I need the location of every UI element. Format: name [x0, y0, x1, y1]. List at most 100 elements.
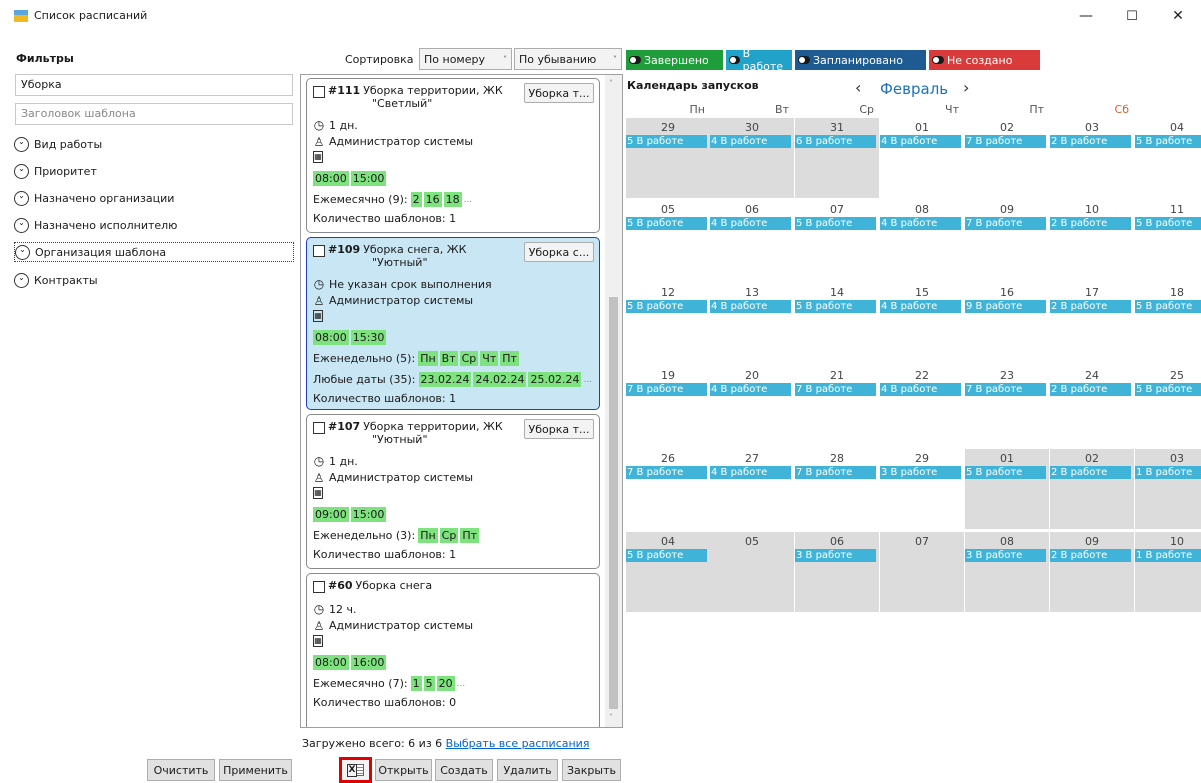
status-badge[interactable]: 5 В работе — [1135, 217, 1201, 230]
status-badge[interactable]: 3 В работе — [795, 549, 876, 562]
status-badge[interactable]: 7 В работе — [965, 383, 1046, 396]
prev-month-icon[interactable]: ‹ — [855, 78, 861, 97]
status-badge[interactable]: 5 В работе — [1135, 383, 1201, 396]
status-badge[interactable]: 7 В работе — [795, 383, 876, 396]
calendar-day[interactable]: 16 9 В работе — [965, 283, 1049, 363]
create-button[interactable]: Создать — [435, 759, 493, 781]
calendar-day[interactable]: 29 5 В работе — [626, 118, 710, 198]
calendar-day[interactable]: 22 4 В работе — [880, 366, 964, 446]
status-badge[interactable]: 1 В работе — [1135, 466, 1201, 479]
calendar-day[interactable]: 11 5 В работе — [1135, 200, 1201, 280]
status-badge[interactable]: 5 В работе — [626, 549, 707, 562]
calendar-day[interactable]: 04 5 В работе — [1135, 118, 1201, 198]
schedule-card[interactable]: #109 Уборка снега, ЖК "Уютный" Уборка с... ◷… — [306, 237, 600, 410]
calendar-day[interactable]: 07 5 В работе — [795, 200, 879, 280]
calendar-day[interactable]: 06 3 В работе — [795, 532, 879, 612]
calendar-day[interactable]: 19 7 В работе — [626, 366, 710, 446]
status-badge[interactable]: 5 В работе — [795, 217, 876, 230]
open-button[interactable]: Открыть — [375, 759, 432, 781]
filter-item[interactable]: ⌄ Контракты — [14, 270, 98, 290]
calendar-day[interactable]: 31 6 В работе — [795, 118, 879, 198]
calendar-day[interactable]: 03 1 В работе — [1135, 449, 1201, 529]
status-badge[interactable]: 2 В работе — [1050, 549, 1131, 562]
calendar-day[interactable]: 02 7 В работе — [965, 118, 1049, 198]
clear-button[interactable]: Очистить — [147, 759, 215, 781]
select-all-link[interactable]: Выбрать все расписания — [446, 737, 590, 750]
filter-item[interactable]: ⌄ Приоритет — [14, 161, 97, 181]
calendar-day[interactable]: 30 4 В работе — [710, 118, 794, 198]
close-window-button[interactable]: ✕ — [1155, 0, 1201, 32]
card-checkbox[interactable] — [313, 422, 325, 434]
apply-button[interactable]: Применить — [219, 759, 292, 781]
calendar-day[interactable]: 02 2 В работе — [1050, 449, 1134, 529]
card-type-button[interactable]: Уборка т... — [524, 83, 594, 103]
calendar-day[interactable]: 26 7 В работе — [626, 449, 710, 529]
schedule-card[interactable]: #107 Уборка территории, ЖК "Уютный" Уборка … — [306, 414, 600, 569]
calendar-day[interactable]: 10 1 В работе — [1135, 532, 1201, 612]
status-badge[interactable]: 4 В работе — [880, 383, 961, 396]
calendar-day[interactable]: 20 4 В работе — [710, 366, 794, 446]
export-excel-button[interactable]: X — [339, 757, 372, 783]
schedule-list[interactable]: #111 Уборка территории, ЖК "Светлый" Уборка… — [300, 74, 623, 728]
calendar-day[interactable]: 08 4 В работе — [880, 200, 964, 280]
calendar-day[interactable]: 29 3 В работе — [880, 449, 964, 529]
calendar-day[interactable]: 25 5 В работе — [1135, 366, 1201, 446]
card-checkbox[interactable] — [313, 245, 325, 257]
status-badge[interactable]: 4 В работе — [710, 135, 791, 148]
status-badge[interactable]: 3 В работе — [965, 549, 1046, 562]
schedule-card[interactable]: #111 Уборка территории, ЖК "Светлый" Уборка… — [306, 78, 600, 233]
status-badge[interactable]: 3 В работе — [880, 466, 961, 479]
calendar-day[interactable]: 10 2 В работе — [1050, 200, 1134, 280]
filter-item[interactable]: ⌄ Назначено организации — [14, 188, 174, 208]
calendar-day[interactable]: 07 — [880, 532, 964, 612]
calendar-day[interactable]: 13 4 В работе — [710, 283, 794, 363]
search-input[interactable]: Уборка — [15, 74, 293, 96]
calendar-day[interactable]: 08 3 В работе — [965, 532, 1049, 612]
list-scrollbar[interactable]: ˄ ˅ — [605, 75, 622, 727]
status-badge[interactable]: 2 В работе — [1050, 300, 1131, 313]
calendar-day[interactable]: 03 2 В работе — [1050, 118, 1134, 198]
scroll-thumb[interactable] — [609, 297, 618, 709]
status-badge[interactable]: 4 В работе — [710, 217, 791, 230]
close-button[interactable]: Закрыть — [562, 759, 621, 781]
card-checkbox[interactable] — [313, 86, 325, 98]
status-badge[interactable]: 4 В работе — [880, 300, 961, 313]
calendar-day[interactable]: 01 4 В работе — [880, 118, 964, 198]
sort-by-select[interactable]: По номеру ˅ — [419, 48, 512, 70]
status-badge[interactable]: 6 В работе — [795, 135, 876, 148]
schedule-card[interactable]: #60 Уборка снега ◷ 12 ч. ♙ Администратор сист… — [306, 573, 600, 727]
calendar-day[interactable]: 05 — [710, 532, 794, 612]
filter-item[interactable]: ⌄ Назначено исполнителю — [14, 215, 177, 235]
status-badge[interactable]: 7 В работе — [965, 217, 1046, 230]
status-badge[interactable]: 5 В работе — [626, 135, 707, 148]
calendar-day[interactable]: 17 2 В работе — [1050, 283, 1134, 363]
status-badge[interactable]: 4 В работе — [710, 466, 791, 479]
status-badge[interactable]: 5 В работе — [1135, 300, 1201, 313]
calendar-day[interactable]: 04 5 В работе — [626, 532, 710, 612]
scroll-up-icon[interactable]: ˄ — [609, 79, 613, 88]
sort-order-select[interactable]: По убыванию ˅ — [514, 48, 622, 70]
calendar-day[interactable]: 27 4 В работе — [710, 449, 794, 529]
status-badge[interactable]: 2 В работе — [1050, 383, 1131, 396]
status-badge[interactable]: 5 В работе — [965, 466, 1046, 479]
status-badge[interactable]: 2 В работе — [1050, 466, 1131, 479]
status-badge[interactable]: 1 В работе — [1135, 549, 1201, 562]
delete-button[interactable]: Удалить — [497, 759, 558, 781]
calendar-day[interactable]: 24 2 В работе — [1050, 366, 1134, 446]
filter-item[interactable]: ⌄ Организация шаблона — [14, 242, 294, 262]
status-badge[interactable]: 5 В работе — [626, 300, 707, 313]
calendar-day[interactable]: 05 5 В работе — [626, 200, 710, 280]
template-title-input[interactable]: Заголовок шаблона — [15, 103, 293, 125]
status-badge[interactable]: 4 В работе — [710, 383, 791, 396]
card-type-button[interactable]: Уборка с... — [524, 242, 594, 262]
status-badge[interactable]: 2 В работе — [1050, 135, 1131, 148]
status-badge[interactable]: 5 В работе — [795, 300, 876, 313]
calendar-day[interactable]: 14 5 В работе — [795, 283, 879, 363]
calendar-day[interactable]: 18 5 В работе — [1135, 283, 1201, 363]
calendar-day[interactable]: 09 7 В работе — [965, 200, 1049, 280]
status-badge[interactable]: 4 В работе — [880, 135, 961, 148]
status-badge[interactable]: 5 В работе — [1135, 135, 1201, 148]
status-badge[interactable]: 4 В работе — [880, 217, 961, 230]
calendar-day[interactable]: 01 5 В работе — [965, 449, 1049, 529]
calendar-day[interactable]: 09 2 В работе — [1050, 532, 1134, 612]
